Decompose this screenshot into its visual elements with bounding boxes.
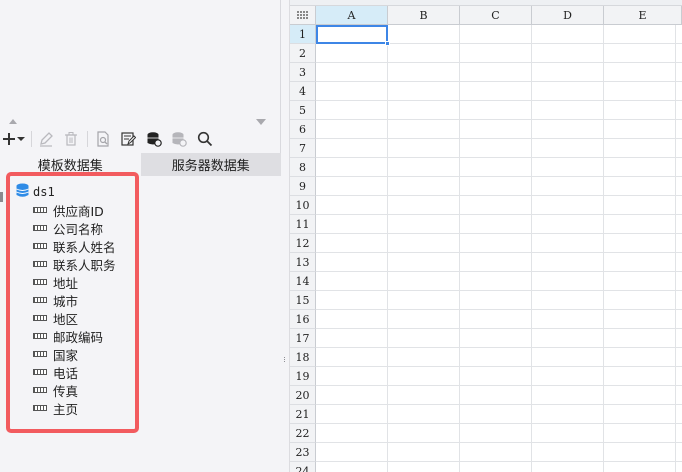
server-dataset-gray-icon[interactable] bbox=[170, 128, 188, 150]
row-header[interactable]: 5 bbox=[290, 101, 316, 120]
panel-splitter[interactable] bbox=[281, 0, 290, 472]
row-header[interactable]: 2 bbox=[290, 44, 316, 63]
row-header[interactable]: 21 bbox=[290, 405, 316, 424]
column-header[interactable]: A bbox=[316, 6, 388, 25]
row-header[interactable]: 14 bbox=[290, 272, 316, 291]
dataset-toolbar bbox=[0, 128, 281, 150]
grid-row[interactable] bbox=[316, 386, 682, 405]
row-header[interactable]: 11 bbox=[290, 215, 316, 234]
row-header[interactable]: 7 bbox=[290, 139, 316, 158]
row-header[interactable]: 4 bbox=[290, 82, 316, 101]
tab-server-dataset[interactable]: 服务器数据集 bbox=[140, 153, 281, 176]
row-header[interactable]: 8 bbox=[290, 158, 316, 177]
grid-row[interactable] bbox=[316, 348, 682, 367]
grid-icon bbox=[296, 10, 308, 19]
row-header[interactable]: 15 bbox=[290, 291, 316, 310]
row-header[interactable]: 16 bbox=[290, 310, 316, 329]
dataset-panel: 模板数据集 服务器数据集 ds1 供应商ID 公司名称 联系人姓名 联系人职务 … bbox=[0, 0, 281, 472]
grid-row[interactable] bbox=[316, 215, 682, 234]
grid-row[interactable] bbox=[316, 158, 682, 177]
row-header[interactable]: 23 bbox=[290, 443, 316, 462]
grid-row[interactable] bbox=[316, 443, 682, 462]
spreadsheet-grid: A B C D E 1 2 3 4 5 6 7 8 9 10 11 12 13 14 15 16 17 18 19 2… bbox=[290, 0, 682, 472]
grid-row[interactable] bbox=[316, 120, 682, 139]
edit-icon[interactable] bbox=[37, 128, 55, 150]
grid-row[interactable] bbox=[316, 139, 682, 158]
grid-row[interactable] bbox=[316, 291, 682, 310]
server-dataset-icon[interactable] bbox=[145, 128, 163, 150]
column-header[interactable]: B bbox=[388, 6, 460, 25]
grid-row[interactable] bbox=[316, 424, 682, 443]
edit-dataset-icon[interactable] bbox=[119, 128, 137, 150]
splitter-grip-dot bbox=[284, 357, 285, 358]
search-icon[interactable] bbox=[196, 128, 214, 150]
column-header[interactable]: E bbox=[604, 6, 682, 25]
add-icon[interactable] bbox=[2, 128, 16, 150]
grid-row[interactable] bbox=[316, 329, 682, 348]
grid-row[interactable] bbox=[316, 272, 682, 291]
panel-collapse-bar[interactable] bbox=[0, 119, 281, 125]
grid-row[interactable] bbox=[316, 196, 682, 215]
row-header[interactable]: 1 bbox=[290, 25, 316, 44]
grid-row[interactable] bbox=[316, 63, 682, 82]
row-header[interactable]: 12 bbox=[290, 234, 316, 253]
fill-handle[interactable] bbox=[385, 41, 390, 46]
dropdown-arrow-icon[interactable] bbox=[16, 128, 26, 150]
row-header[interactable]: 19 bbox=[290, 367, 316, 386]
grid-row[interactable] bbox=[316, 462, 682, 472]
row-header[interactable]: 6 bbox=[290, 120, 316, 139]
delete-icon[interactable] bbox=[62, 128, 80, 150]
grid-row[interactable] bbox=[316, 405, 682, 424]
row-header[interactable]: 13 bbox=[290, 253, 316, 272]
row-header[interactable]: 9 bbox=[290, 177, 316, 196]
row-header[interactable]: 24 bbox=[290, 462, 316, 472]
grid-row[interactable] bbox=[316, 310, 682, 329]
row-header[interactable]: 18 bbox=[290, 348, 316, 367]
column-header[interactable]: C bbox=[460, 6, 532, 25]
row-header[interactable]: 3 bbox=[290, 63, 316, 82]
column-header[interactable]: D bbox=[532, 6, 604, 25]
collapse-up-icon[interactable] bbox=[9, 119, 17, 124]
splitter-grip-dot bbox=[284, 359, 285, 360]
tree-edge-marker bbox=[0, 192, 3, 202]
grid-row[interactable] bbox=[316, 82, 682, 101]
preview-icon[interactable] bbox=[94, 128, 112, 150]
grid-row[interactable] bbox=[316, 44, 682, 63]
active-cell-a1[interactable] bbox=[316, 25, 388, 44]
row-header[interactable]: 10 bbox=[290, 196, 316, 215]
grid-row[interactable] bbox=[316, 234, 682, 253]
grid-row[interactable] bbox=[316, 177, 682, 196]
highlight-annotation-box bbox=[6, 172, 139, 433]
row-header[interactable]: 17 bbox=[290, 329, 316, 348]
grid-row[interactable] bbox=[316, 101, 682, 120]
row-header[interactable]: 20 bbox=[290, 386, 316, 405]
select-all-corner[interactable] bbox=[290, 6, 316, 25]
row-header[interactable]: 22 bbox=[290, 424, 316, 443]
collapse-down-icon[interactable] bbox=[256, 119, 266, 125]
grid-row[interactable] bbox=[316, 367, 682, 386]
splitter-grip-dot bbox=[284, 361, 285, 362]
grid-row[interactable] bbox=[316, 253, 682, 272]
